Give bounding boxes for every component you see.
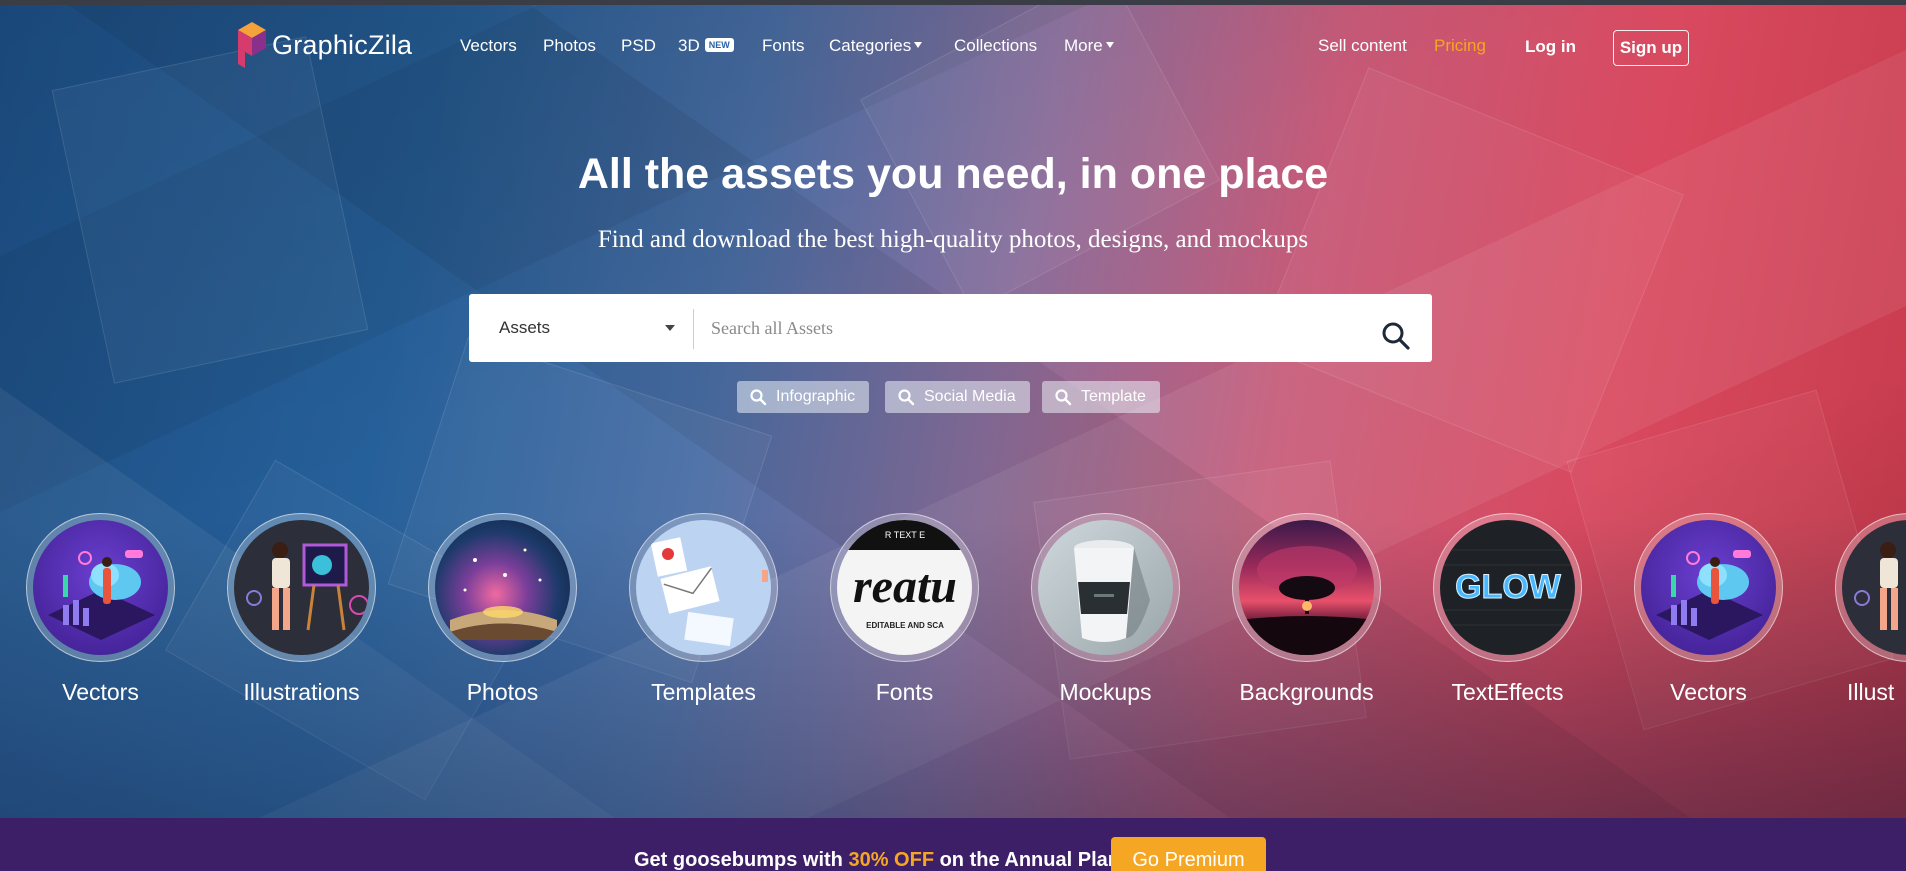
search-icon bbox=[1055, 389, 1072, 406]
suggestion-chip-label: Infographic bbox=[776, 388, 856, 405]
backgrounds-thumbnail bbox=[1239, 520, 1374, 655]
logo-cube-icon bbox=[236, 22, 268, 68]
category-circle: R TEXT E reatu EDITABLE AND SCA bbox=[830, 513, 979, 662]
pricing-link[interactable]: Pricing bbox=[1434, 36, 1486, 56]
fonts-thumbnail: R TEXT E reatu EDITABLE AND SCA bbox=[837, 520, 972, 655]
category-circle bbox=[1634, 513, 1783, 662]
category-vectors[interactable]: Vectors bbox=[1634, 513, 1783, 705]
promo-text: Get goosebumps with 30% OFF on the Annua… bbox=[634, 849, 1120, 871]
category-circle bbox=[428, 513, 577, 662]
nav-more[interactable]: More bbox=[1064, 36, 1114, 56]
search-divider bbox=[693, 309, 694, 349]
category-label: Photos bbox=[466, 679, 539, 705]
chevron-down-icon bbox=[665, 325, 675, 331]
hero-title: All the assets you need, in one place bbox=[577, 150, 1329, 198]
category-circle bbox=[629, 513, 778, 662]
suggestion-chip[interactable]: Template bbox=[1042, 381, 1160, 413]
category-illustrations[interactable]: Illustrations bbox=[227, 513, 376, 705]
vectors-thumbnail bbox=[33, 520, 168, 655]
login-link[interactable]: Log in bbox=[1525, 37, 1576, 57]
category-mockups[interactable]: Mockups bbox=[1031, 513, 1180, 705]
nav-fonts[interactable]: Fonts bbox=[762, 36, 805, 56]
category-backgrounds[interactable]: Backgrounds bbox=[1232, 513, 1381, 705]
promo-text-before: Get goosebumps with bbox=[634, 849, 849, 871]
nav-categories-label: Categories bbox=[829, 36, 912, 55]
photos-thumbnail bbox=[435, 520, 570, 655]
fonts-art-text: reatu bbox=[853, 560, 957, 613]
nav-3d-label: 3D bbox=[678, 36, 700, 55]
category-circle: GLOW bbox=[1433, 513, 1582, 662]
suggestion-chip[interactable]: Social Media bbox=[885, 381, 1030, 413]
signup-button[interactable]: Sign up bbox=[1613, 30, 1689, 66]
top-navigation: GraphicZila Vectors Photos PSD 3D NEW Fon… bbox=[0, 0, 1906, 95]
category-circle bbox=[1031, 513, 1180, 662]
category-fonts[interactable]: R TEXT E reatu EDITABLE AND SCA Fonts bbox=[830, 513, 979, 705]
search-button[interactable] bbox=[1376, 316, 1416, 356]
category-illustrations[interactable]: Illust bbox=[1835, 513, 1906, 703]
category-circle bbox=[1232, 513, 1381, 662]
category-label: Vectors bbox=[1670, 679, 1747, 705]
category-photos[interactable]: Photos bbox=[428, 513, 577, 705]
sell-content-link[interactable]: Sell content bbox=[1318, 36, 1407, 56]
suggestion-chip-label: Social Media bbox=[924, 388, 1016, 405]
search-icon bbox=[750, 389, 767, 406]
nav-more-label: More bbox=[1064, 36, 1103, 55]
illustrations-thumbnail bbox=[1842, 520, 1906, 655]
illustrations-thumbnail bbox=[234, 520, 369, 655]
brand-name: GraphicZila bbox=[272, 29, 413, 60]
brand-logo[interactable]: GraphicZila bbox=[236, 22, 412, 68]
category-circle bbox=[227, 513, 376, 662]
fonts-art-small: EDITABLE AND SCA bbox=[866, 621, 944, 630]
category-label: Mockups bbox=[1059, 679, 1152, 705]
category-texteffects[interactable]: GLOW TextEffects bbox=[1433, 513, 1582, 705]
category-label: Fonts bbox=[875, 679, 934, 705]
suggestion-chip-label: Template bbox=[1081, 388, 1146, 405]
chevron-down-icon bbox=[1105, 42, 1114, 48]
category-templates[interactable]: Templates bbox=[629, 513, 778, 705]
search-bar: Assets bbox=[469, 294, 1432, 362]
category-label: Illust bbox=[1847, 679, 1895, 703]
promo-discount: 30% OFF bbox=[848, 849, 935, 871]
texteffects-thumbnail: GLOW bbox=[1440, 520, 1575, 655]
hero-subtitle: Find and download the best high-quality … bbox=[597, 226, 1309, 253]
category-vectors[interactable]: Vectors bbox=[26, 513, 175, 705]
search-input[interactable] bbox=[695, 294, 1335, 362]
search-icon bbox=[898, 389, 915, 406]
browser-top-border bbox=[0, 0, 1906, 5]
nav-collections[interactable]: Collections bbox=[954, 36, 1037, 56]
promo-text-after: on the Annual Plan bbox=[934, 849, 1120, 871]
asset-type-select[interactable]: Assets bbox=[469, 294, 693, 362]
category-label: Templates bbox=[651, 679, 756, 705]
category-label: Backgrounds bbox=[1239, 679, 1374, 705]
mockups-thumbnail bbox=[1038, 520, 1173, 655]
new-badge: NEW bbox=[704, 38, 734, 52]
nav-psd[interactable]: PSD bbox=[621, 36, 656, 56]
asset-type-value: Assets bbox=[499, 318, 551, 337]
nav-photos[interactable]: Photos bbox=[543, 36, 596, 56]
nav-3d[interactable]: 3D NEW bbox=[678, 36, 734, 56]
category-circle bbox=[26, 513, 175, 662]
nav-vectors[interactable]: Vectors bbox=[460, 36, 517, 56]
suggestion-chip[interactable]: Infographic bbox=[737, 381, 870, 413]
go-premium-button[interactable]: Go Premium bbox=[1111, 837, 1266, 871]
texteffects-art-text: GLOW bbox=[1455, 568, 1562, 606]
vectors-thumbnail bbox=[1641, 520, 1776, 655]
category-label: TextEffects bbox=[1451, 679, 1564, 705]
templates-thumbnail bbox=[636, 520, 771, 655]
fonts-art-top: R TEXT E bbox=[885, 530, 925, 540]
category-circle bbox=[1835, 513, 1906, 662]
category-label: Illustrations bbox=[243, 679, 360, 705]
nav-categories[interactable]: Categories bbox=[829, 36, 923, 56]
search-icon bbox=[1382, 322, 1410, 350]
chevron-down-icon bbox=[914, 42, 923, 48]
category-label: Vectors bbox=[62, 679, 139, 705]
